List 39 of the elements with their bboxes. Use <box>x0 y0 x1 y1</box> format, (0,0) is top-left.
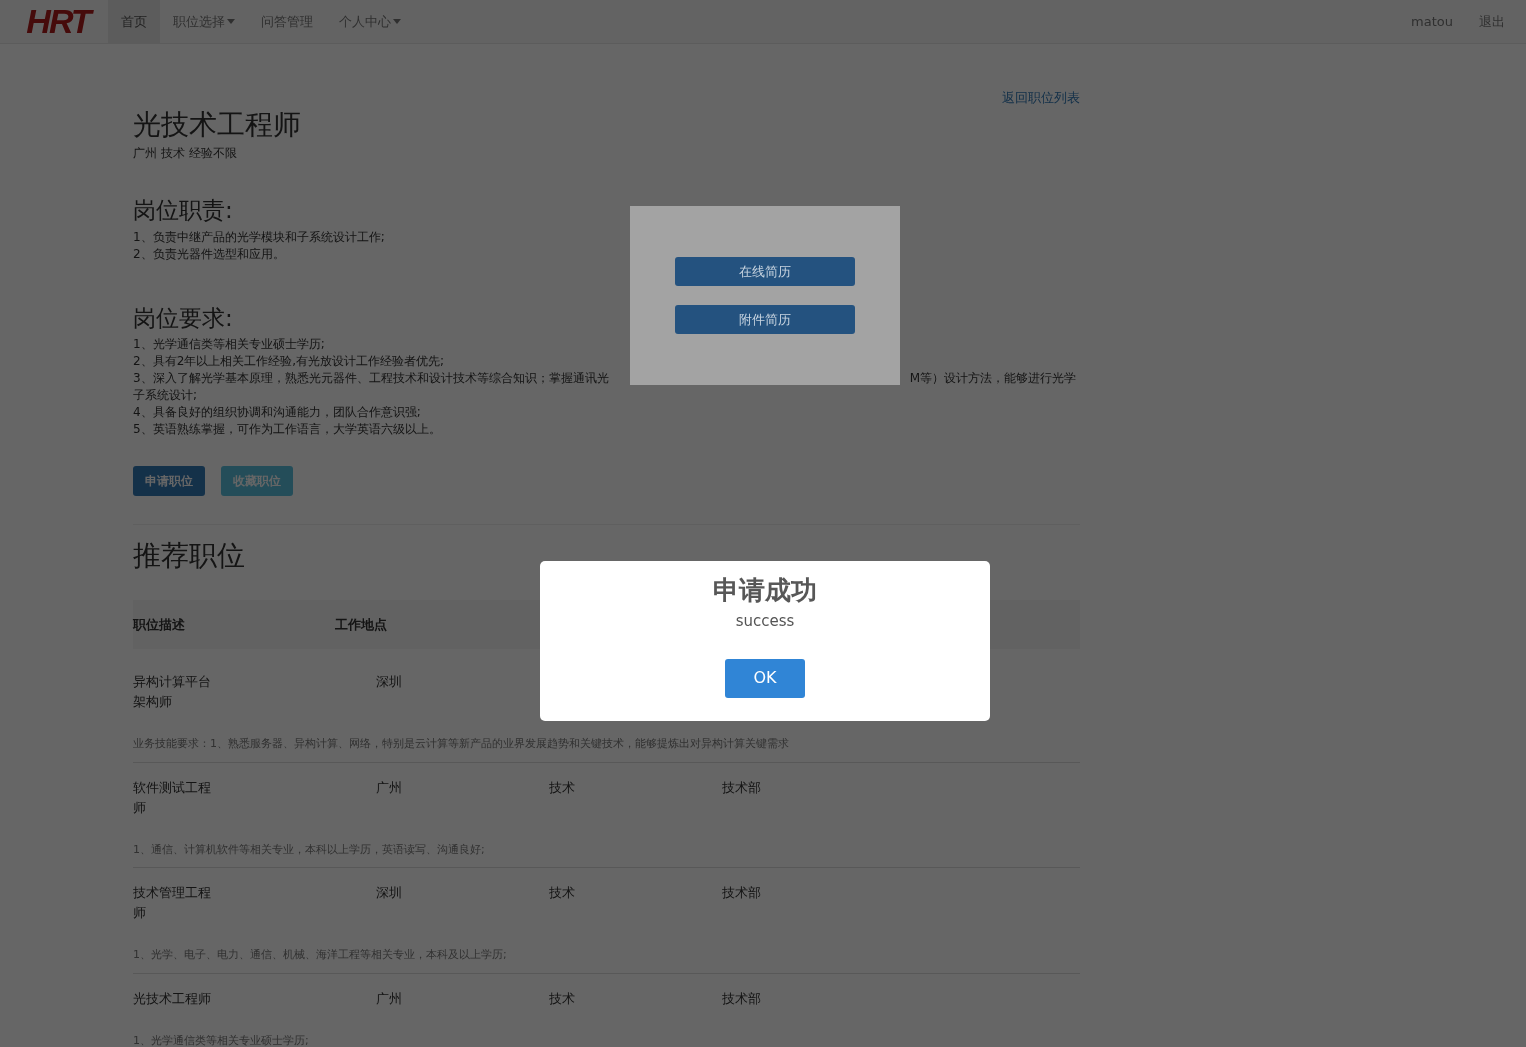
back-link[interactable]: 返回职位列表 <box>1002 88 1080 108</box>
table-cell-text: 技术部 <box>722 989 762 1008</box>
job-title: 光技术工程师 <box>133 107 301 142</box>
table-cell-text: 软件测试工程师 <box>133 778 212 817</box>
action-button[interactable]: 收藏职位 <box>221 466 293 497</box>
ok-button[interactable]: OK <box>725 658 805 698</box>
alert-title: 申请成功 <box>713 575 817 607</box>
resume-button[interactable]: 附件简历 <box>675 305 855 334</box>
table-cell-text: 深圳 <box>376 673 403 692</box>
column-header: 工作地点 <box>335 615 387 634</box>
list-line: 1、负责中继产品的光学模块和子系统设计工作; <box>133 228 385 246</box>
section-heading: 岗位要求: <box>133 304 233 333</box>
list-line: 3、深入了解光学基本原理，熟悉光元器件、工程技术和设计技术等综合知识；掌握通讯光 <box>133 370 609 388</box>
table-cell-text: 广州 <box>376 989 403 1008</box>
table-cell-text: 深圳 <box>376 884 403 903</box>
list-line: M等）设计方法，能够进行光学 <box>909 370 1076 388</box>
list-line: 4、具备良好的组织协调和沟通能力，团队合作意识强; <box>133 404 421 422</box>
list-line: 5、英语熟练掌握，可作为工作语言，大学英语六级以上。 <box>133 421 441 439</box>
resume-button[interactable]: 在线简历 <box>675 257 855 286</box>
list-line: 子系统设计; <box>133 387 198 405</box>
table-cell-text: 技术管理工程师 <box>133 884 212 923</box>
action-button[interactable]: 申请职位 <box>133 466 205 497</box>
table-cell-text: 技术部 <box>722 778 762 797</box>
list-line: 2、具有2年以上相关工作经验,有光放设计工作经验者优先; <box>133 353 445 371</box>
table-cell-text: 技术 <box>549 989 576 1008</box>
section-title: 推荐职位 <box>133 539 246 573</box>
alert-message: success <box>735 611 795 633</box>
job-meta: 广州 技术 经验不限 <box>133 145 237 163</box>
table-cell-text: 光技术工程师 <box>133 989 212 1008</box>
list-line: 2、负责光器件选型和应用。 <box>133 245 285 263</box>
table-cell-text: 异构计算平台架构师 <box>133 673 212 712</box>
table-cell-text: 技术部 <box>722 884 762 903</box>
logo[interactable]: HRT <box>8 0 108 43</box>
list-line: 1、光学通信类等相关专业硕士学历; <box>133 336 325 354</box>
section-heading: 岗位职责: <box>133 197 233 225</box>
table-cell-text: 技术 <box>549 778 576 797</box>
column-header: 职位描述 <box>133 615 185 634</box>
table-cell-text: 技术 <box>549 884 576 903</box>
table-cell-text: 广州 <box>376 778 403 797</box>
